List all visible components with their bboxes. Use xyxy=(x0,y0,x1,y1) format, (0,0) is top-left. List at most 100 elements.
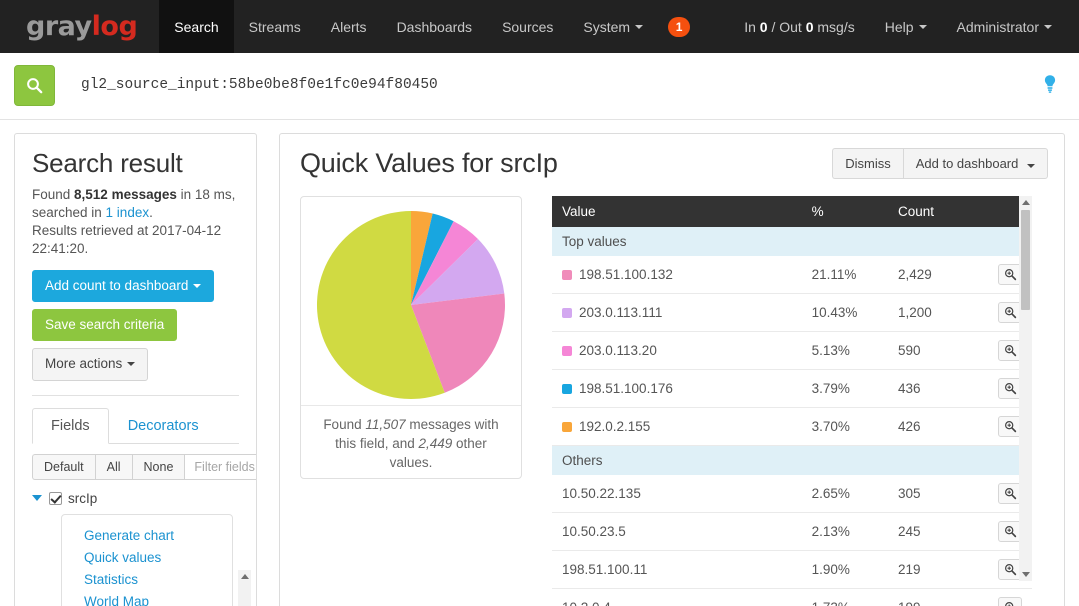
table-row[interactable]: 10.50.22.1352.65%305 xyxy=(552,475,1032,513)
page-title: Search result xyxy=(32,148,239,179)
field-checkbox-srcip[interactable] xyxy=(49,492,62,505)
cell-count: 199 xyxy=(888,589,974,606)
index-link[interactable]: 1 index xyxy=(106,205,150,220)
cell-count: 305 xyxy=(888,475,974,513)
legend-color-swatch xyxy=(562,422,572,432)
cell-value: 192.0.2.155 xyxy=(552,408,802,446)
magnifier-plus-icon xyxy=(1004,525,1017,538)
found-prefix: Found xyxy=(32,187,74,202)
graylog-logo[interactable]: graylog xyxy=(0,0,159,53)
scroll-down-arrow-icon[interactable] xyxy=(1022,572,1030,577)
save-search-criteria-button[interactable]: Save search criteria xyxy=(32,309,177,341)
field-action-generate-chart[interactable]: Generate chart xyxy=(84,525,232,547)
cell-value: 203.0.113.20 xyxy=(552,332,802,370)
table-scrollbar[interactable] xyxy=(1019,196,1032,581)
dismiss-button[interactable]: Dismiss xyxy=(832,148,903,179)
field-label-srcip: srcIp xyxy=(68,491,97,506)
search-input[interactable] xyxy=(55,65,1035,105)
cell-value: 198.51.100.11 xyxy=(552,551,802,589)
nav-item-sources[interactable]: Sources xyxy=(487,0,568,53)
cell-percent: 1.73% xyxy=(802,589,888,606)
scroll-up-arrow-icon[interactable] xyxy=(1022,200,1030,205)
brand-gray-text: gray xyxy=(26,11,92,42)
add-to-dashboard-label: Add to dashboard xyxy=(916,156,1019,171)
add-count-to-dashboard-button[interactable]: Add count to dashboard xyxy=(32,270,214,302)
cell-percent: 10.43% xyxy=(802,294,888,332)
add-to-dashboard-button[interactable]: Add to dashboard xyxy=(903,148,1048,179)
table-row[interactable]: 198.51.100.111.90%219 xyxy=(552,551,1032,589)
quick-values-panel: Quick Values for srcIp Dismiss Add to da… xyxy=(279,133,1065,606)
table-row[interactable]: 198.51.100.1763.79%436 xyxy=(552,370,1032,408)
chevron-down-icon xyxy=(1027,164,1035,168)
quick-values-title: Quick Values for srcIp xyxy=(292,148,558,179)
magnifier-plus-icon xyxy=(1004,306,1017,319)
table-row[interactable]: 198.51.100.13221.11%2,429 xyxy=(552,256,1032,294)
found-count: 8,512 messages xyxy=(74,187,177,202)
fields-default-button[interactable]: Default xyxy=(32,454,95,480)
table-group-row: Others xyxy=(552,446,1032,476)
nav-label-sources: Sources xyxy=(502,19,553,35)
cell-value: 198.51.100.132 xyxy=(552,256,802,294)
fields-all-button[interactable]: All xyxy=(95,454,132,480)
search-bar xyxy=(14,62,1065,108)
nav-item-alerts[interactable]: Alerts xyxy=(316,0,382,53)
legend-color-swatch xyxy=(562,308,572,318)
tab-fields[interactable]: Fields xyxy=(32,408,109,444)
results-retrieved-text: Results retrieved at 2017-04-12 22:41:20… xyxy=(32,223,221,256)
table-group-label: Top values xyxy=(552,227,1032,256)
top-navbar: graylog Search Streams Alerts Dashboards… xyxy=(0,0,1079,53)
throughput-in-value: 0 xyxy=(760,19,768,35)
nav-label-alerts: Alerts xyxy=(331,19,367,35)
cell-count: 245 xyxy=(888,513,974,551)
cell-percent: 2.65% xyxy=(802,475,888,513)
field-action-statistics[interactable]: Statistics xyxy=(84,569,232,591)
lightbulb-icon[interactable] xyxy=(1035,74,1065,96)
more-actions-button[interactable]: More actions xyxy=(32,348,148,380)
search-button[interactable] xyxy=(14,65,55,106)
sidebar-scrollbar[interactable] xyxy=(238,570,251,606)
cell-count: 436 xyxy=(888,370,974,408)
primary-nav: Search Streams Alerts Dashboards Sources… xyxy=(159,0,690,53)
pie-chart-caption: Found 11,507 messages with this field, a… xyxy=(301,405,521,482)
secondary-nav: In 0 / Out 0 msg/s Help Administrator xyxy=(729,0,1079,53)
nav-item-search[interactable]: Search xyxy=(159,0,233,53)
nav-item-system[interactable]: System xyxy=(568,0,658,53)
table-row[interactable]: 203.0.113.11110.43%1,200 xyxy=(552,294,1032,332)
field-action-quick-values[interactable]: Quick values xyxy=(84,547,232,569)
table-row[interactable]: 203.0.113.205.13%590 xyxy=(552,332,1032,370)
table-scrollbar-thumb[interactable] xyxy=(1021,210,1030,310)
tab-decorators[interactable]: Decorators xyxy=(109,408,218,444)
fields-none-button[interactable]: None xyxy=(132,454,185,480)
tab-fields-label: Fields xyxy=(51,418,90,434)
filter-fields-input[interactable] xyxy=(184,454,257,480)
nav-label-search: Search xyxy=(174,19,218,35)
field-row-srcip[interactable]: srcIp xyxy=(32,491,239,506)
caret-down-icon[interactable] xyxy=(32,495,42,501)
field-action-world-map[interactable]: World Map xyxy=(84,591,232,606)
pie-chart-card: Found 11,507 messages with this field, a… xyxy=(300,196,522,479)
throughput-out-label: Out xyxy=(779,19,802,35)
pie-chart-holder xyxy=(301,197,521,405)
field-list: srcIp Generate chart Quick values Statis… xyxy=(32,491,239,606)
table-row[interactable]: 192.0.2.1553.70%426 xyxy=(552,408,1032,446)
quick-values-table: Value % Count Top values198.51.100.13221… xyxy=(552,196,1032,606)
found-suffix: . xyxy=(149,205,153,220)
nav-item-dashboards[interactable]: Dashboards xyxy=(382,0,488,53)
table-row[interactable]: 10.50.23.52.13%245 xyxy=(552,513,1032,551)
zoom-in-button[interactable] xyxy=(998,597,1022,606)
nav-item-streams[interactable]: Streams xyxy=(234,0,316,53)
chevron-down-icon xyxy=(919,25,927,29)
throughput-indicator[interactable]: In 0 / Out 0 msg/s xyxy=(729,0,870,53)
table-row[interactable]: 10.2.0.41.73%199 xyxy=(552,589,1032,606)
table-group-row: Top values xyxy=(552,227,1032,256)
fields-all-label: All xyxy=(107,460,121,474)
nav-item-help[interactable]: Help xyxy=(870,0,942,53)
cell-percent: 1.90% xyxy=(802,551,888,589)
nav-item-user-menu[interactable]: Administrator xyxy=(942,0,1067,53)
notification-badge[interactable]: 1 xyxy=(668,17,690,37)
pie-chart[interactable] xyxy=(311,205,511,405)
cell-percent: 3.79% xyxy=(802,370,888,408)
cell-count: 426 xyxy=(888,408,974,446)
scroll-up-arrow-icon[interactable] xyxy=(241,574,249,579)
throughput-separator: / xyxy=(771,19,775,35)
